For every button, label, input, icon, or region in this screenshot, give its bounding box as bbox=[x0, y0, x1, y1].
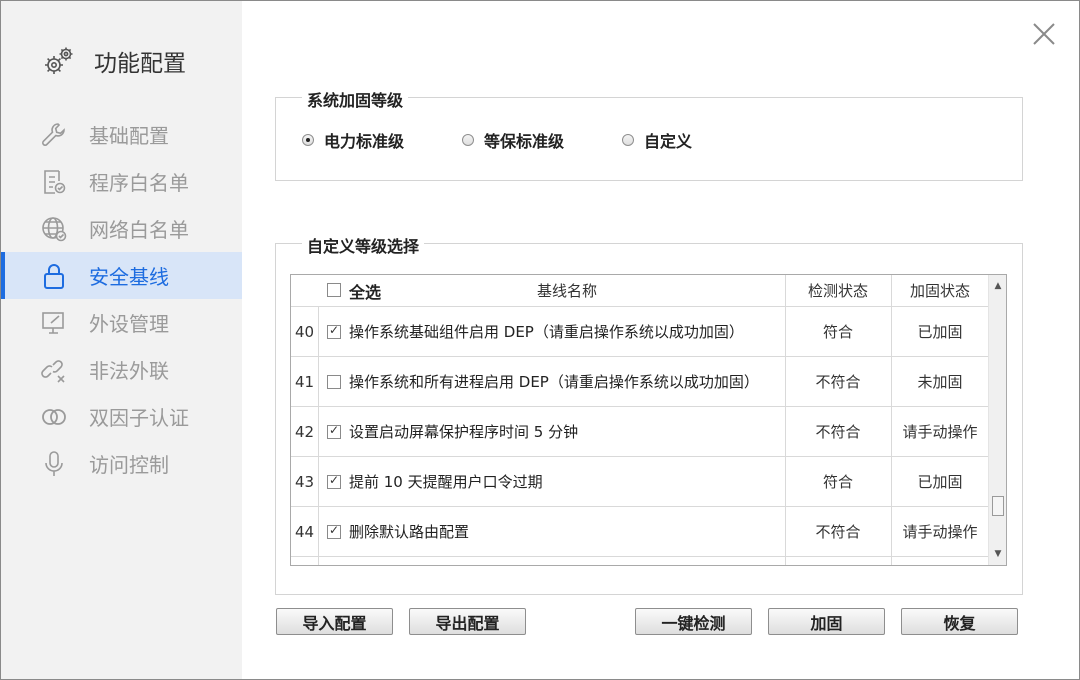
grid-line bbox=[891, 275, 892, 565]
sidebar-item-network-whitelist[interactable]: 网络白名单 bbox=[1, 205, 242, 252]
detect-status: 不符合 bbox=[815, 523, 861, 541]
microphone-icon bbox=[39, 449, 69, 479]
custom-level-group: 自定义等级选择 全选 基线名称 检测状态 加固状态 40 操作系统基础组件启用 … bbox=[275, 233, 1023, 595]
detect-status: 符合 bbox=[822, 323, 853, 341]
harden-button[interactable]: 加固 bbox=[768, 608, 885, 635]
export-config-button[interactable]: 导出配置 bbox=[409, 608, 526, 635]
radio-power-standard[interactable]: 电力标准级 bbox=[302, 128, 404, 152]
radio-label: 自定义 bbox=[644, 132, 693, 151]
harden-status: 已加固 bbox=[917, 473, 963, 491]
radio-indicator bbox=[622, 134, 634, 146]
baseline-table: 全选 基线名称 检测状态 加固状态 40 操作系统基础组件启用 DEP（请重启操… bbox=[290, 274, 1007, 566]
hardening-level-group: 系统加固等级 电力标准级 等保标准级 自定义 bbox=[275, 87, 1023, 181]
row-checkbox[interactable] bbox=[327, 375, 341, 389]
radio-label: 电力标准级 bbox=[324, 132, 405, 151]
baseline-name: 设置启动屏幕保护程序时间 5 分钟 bbox=[349, 422, 579, 441]
sidebar-item-label: 访问控制 bbox=[89, 453, 169, 477]
sidebar-nav: 基础配置 程序白名单 网络白名单 安全基线 外设管理 非法外联 双因子认证 访问… bbox=[1, 111, 242, 487]
radio-indicator-selected bbox=[302, 134, 314, 146]
row-number: 44 bbox=[294, 522, 315, 541]
row-number: 43 bbox=[294, 472, 315, 491]
monitor-icon bbox=[39, 308, 69, 338]
close-button[interactable] bbox=[1029, 19, 1059, 49]
table-row[interactable]: 41 操作系统和所有进程启用 DEP（请重启操作系统以成功加固） 不符合 未加固 bbox=[291, 357, 988, 407]
sidebar-item-label: 非法外联 bbox=[89, 359, 169, 383]
row-checkbox[interactable] bbox=[327, 473, 341, 489]
sidebar-item-label: 安全基线 bbox=[89, 265, 169, 289]
radio-mlps-standard[interactable]: 等保标准级 bbox=[462, 128, 564, 152]
sidebar-item-two-factor-auth[interactable]: 双因子认证 bbox=[1, 393, 242, 440]
column-header-harden[interactable]: 加固状态 bbox=[892, 275, 988, 306]
wrench-icon bbox=[39, 120, 69, 150]
sidebar-title: 功能配置 bbox=[94, 51, 186, 77]
row-checkbox[interactable] bbox=[327, 523, 341, 539]
table-row[interactable]: 40 操作系统基础组件启用 DEP（请重启操作系统以成功加固） 符合 已加固 bbox=[291, 307, 988, 357]
restore-button[interactable]: 恢复 bbox=[901, 608, 1018, 635]
table-header: 全选 基线名称 检测状态 加固状态 bbox=[291, 275, 988, 307]
detect-status: 符合 bbox=[822, 473, 853, 491]
detect-status: 不符合 bbox=[815, 373, 861, 391]
scrollbar-thumb[interactable] bbox=[992, 496, 1004, 516]
row-number: 42 bbox=[294, 422, 315, 441]
harden-status: 请手动操作 bbox=[902, 523, 978, 541]
table-row[interactable]: 42 设置启动屏幕保护程序时间 5 分钟 不符合 请手动操作 bbox=[291, 407, 988, 457]
two-factor-icon bbox=[39, 402, 69, 432]
grid-line bbox=[318, 307, 319, 565]
baseline-name: 操作系统基础组件启用 DEP（请重启操作系统以成功加固） bbox=[349, 322, 744, 341]
sidebar-item-access-control[interactable]: 访问控制 bbox=[1, 440, 242, 487]
detect-status: 不符合 bbox=[815, 423, 861, 441]
row-checkbox[interactable] bbox=[327, 423, 341, 439]
baseline-name: 提前 10 天提醒用户口令过期 bbox=[349, 472, 543, 491]
globe-check-icon bbox=[39, 214, 69, 244]
select-all-checkbox[interactable] bbox=[327, 283, 341, 297]
table-row[interactable]: 44 删除默认路由配置 不符合 请手动操作 bbox=[291, 507, 988, 557]
row-number: 41 bbox=[294, 372, 315, 391]
radio-custom[interactable]: 自定义 bbox=[622, 128, 692, 152]
sidebar-item-label: 基础配置 bbox=[89, 124, 169, 148]
table-row[interactable]: 43 提前 10 天提醒用户口令过期 符合 已加固 bbox=[291, 457, 988, 507]
sidebar-item-illegal-outreach[interactable]: 非法外联 bbox=[1, 346, 242, 393]
import-config-button[interactable]: 导入配置 bbox=[276, 608, 393, 635]
hardening-level-legend: 系统加固等级 bbox=[302, 87, 409, 111]
harden-status: 已加固 bbox=[917, 323, 963, 341]
scroll-down-arrow-icon[interactable]: ▼ bbox=[989, 545, 1006, 563]
radio-label: 等保标准级 bbox=[484, 132, 565, 151]
sidebar-item-label: 外设管理 bbox=[89, 312, 169, 336]
lock-icon bbox=[39, 261, 69, 291]
radio-indicator bbox=[462, 134, 474, 146]
sidebar-item-label: 网络白名单 bbox=[89, 218, 189, 242]
one-click-check-button[interactable]: 一键检测 bbox=[635, 608, 752, 635]
sidebar: 功能配置 基础配置 程序白名单 网络白名单 安全基线 外设管理 非法外联 双因子… bbox=[1, 1, 242, 679]
harden-status: 请手动操作 bbox=[902, 423, 978, 441]
sidebar-item-label: 程序白名单 bbox=[89, 171, 189, 195]
sidebar-item-security-baseline[interactable]: 安全基线 bbox=[1, 252, 242, 299]
gears-icon bbox=[45, 47, 73, 74]
column-header-name[interactable]: 基线名称 bbox=[349, 275, 785, 306]
row-number: 40 bbox=[294, 322, 315, 341]
table-scrollbar[interactable]: ▲ ▼ bbox=[988, 275, 1006, 565]
broken-link-icon bbox=[39, 355, 69, 385]
custom-level-legend: 自定义等级选择 bbox=[302, 233, 425, 257]
close-icon bbox=[1033, 23, 1055, 45]
document-check-icon bbox=[39, 167, 69, 197]
sidebar-header: 功能配置 bbox=[41, 41, 186, 81]
config-window: 功能配置 基础配置 程序白名单 网络白名单 安全基线 外设管理 非法外联 双因子… bbox=[0, 0, 1080, 680]
row-checkbox[interactable] bbox=[327, 323, 341, 339]
scroll-up-arrow-icon[interactable]: ▲ bbox=[989, 277, 1006, 295]
baseline-name: 删除默认路由配置 bbox=[349, 522, 470, 541]
harden-status: 未加固 bbox=[917, 373, 963, 391]
sidebar-item-basic-config[interactable]: 基础配置 bbox=[1, 111, 242, 158]
grid-line bbox=[785, 275, 786, 565]
sidebar-item-program-whitelist[interactable]: 程序白名单 bbox=[1, 158, 242, 205]
sidebar-item-peripheral-management[interactable]: 外设管理 bbox=[1, 299, 242, 346]
sidebar-item-label: 双因子认证 bbox=[89, 406, 189, 430]
baseline-name: 操作系统和所有进程启用 DEP（请重启操作系统以成功加固） bbox=[349, 372, 759, 391]
column-header-detect[interactable]: 检测状态 bbox=[785, 275, 891, 306]
